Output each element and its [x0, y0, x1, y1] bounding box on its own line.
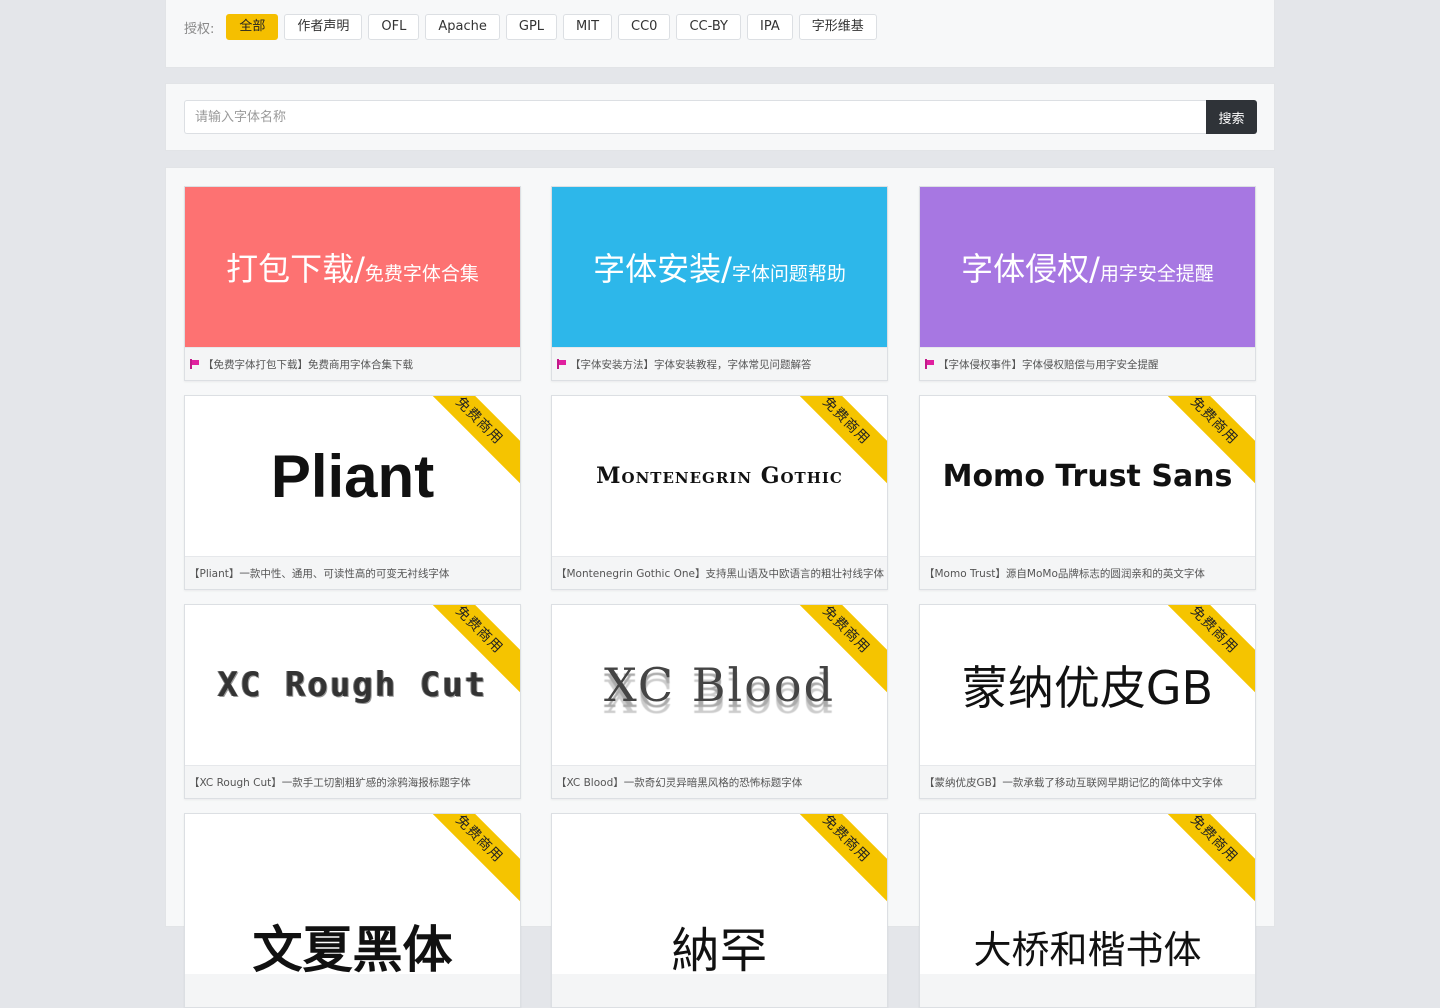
font-sample-text: 納罕	[671, 923, 768, 974]
font-preview: Momo Trust Sans 免费商用	[920, 396, 1255, 556]
promo-main-text: 字体安装/	[593, 250, 732, 288]
free-commercial-badge: 免费商用	[415, 814, 520, 903]
font-sample-text: 蒙纳优皮GB	[961, 661, 1214, 715]
promo-card-install[interactable]: 字体安装/字体问题帮助 【字体安装方法】字体安装教程，字体常见问题解答	[551, 186, 888, 381]
filter-tag-author-statement[interactable]: 作者声明	[284, 14, 363, 40]
card-caption[interactable]: 【免费字体打包下载】免费商用字体合集下载	[185, 347, 520, 380]
promo-card-infringement[interactable]: 字体侵权/用字安全提醒 【字体侵权事件】字体侵权赔偿与用字安全提醒	[919, 186, 1256, 381]
free-commercial-badge: 免费商用	[782, 814, 887, 903]
filter-tag-glyph-wiki[interactable]: 字形维基	[798, 14, 877, 40]
font-sample-text: Montenegrin Gothic	[596, 463, 843, 489]
filter-tag-mit[interactable]: MIT	[563, 14, 613, 40]
card-caption-text: 【字体侵权事件】字体侵权赔偿与用字安全提醒	[938, 358, 1159, 371]
filter-tag-gpl[interactable]: GPL	[505, 14, 558, 40]
font-card-montenegrin-gothic[interactable]: Montenegrin Gothic 免费商用 【Montenegrin Got…	[551, 395, 888, 590]
font-preview: Pliant 免费商用	[185, 396, 520, 556]
font-sample-text: XC Rough Cut	[217, 665, 488, 705]
promo-banner: 打包下载/免费字体合集	[185, 187, 520, 347]
filter-tag-cc0[interactable]: CC0	[618, 14, 671, 40]
promo-main-text: 字体侵权/	[961, 250, 1100, 288]
font-sample-text: Pliant	[270, 442, 435, 510]
font-sample-text: 文夏黑体	[252, 921, 453, 974]
promo-sub-text: 用字安全提醒	[1099, 263, 1214, 285]
font-card-xc-rough-cut[interactable]: XC Rough Cut 免费商用 【XC Rough Cut】一款手工切割粗犷…	[184, 604, 521, 799]
license-filter-row: 授权: 全部 作者声明 OFL Apache GPL MIT CC0 CC-BY…	[184, 14, 877, 40]
font-card-momo-trust[interactable]: Momo Trust Sans 免费商用 【Momo Trust】源自MoMo品…	[919, 395, 1256, 590]
license-filter-panel: 授权: 全部 作者声明 OFL Apache GPL MIT CC0 CC-BY…	[165, 0, 1275, 68]
font-preview: XC Rough Cut 免费商用	[185, 605, 520, 765]
font-card-naxi[interactable]: 納罕 免费商用	[551, 813, 888, 1008]
search-panel: 搜索	[165, 83, 1275, 151]
card-caption[interactable]: 【XC Rough Cut】一款手工切割粗犷感的涂鸦海报标题字体	[185, 765, 520, 798]
card-caption[interactable]: 【Pliant】一款中性、通用、可读性高的可变无衬线字体	[185, 556, 520, 589]
search-input[interactable]	[184, 100, 1206, 134]
font-card-daqiao-kaishu[interactable]: 大桥和楷书体 免费商用	[919, 813, 1256, 1008]
font-card-xc-blood[interactable]: XC Blood 免费商用 【XC Blood】一款奇幻灵异暗黑风格的恐怖标题字…	[551, 604, 888, 799]
flag-icon	[556, 359, 566, 369]
flag-icon	[924, 359, 934, 369]
font-grid-panel: 打包下载/免费字体合集 【免费字体打包下载】免费商用字体合集下载 字体安装/字体…	[165, 167, 1275, 1008]
font-preview: Montenegrin Gothic 免费商用	[552, 396, 887, 556]
card-caption[interactable]: 【XC Blood】一款奇幻灵异暗黑风格的恐怖标题字体	[552, 765, 887, 798]
search-button[interactable]: 搜索	[1206, 100, 1257, 134]
promo-banner: 字体安装/字体问题帮助	[552, 187, 887, 347]
free-commercial-badge: 免费商用	[1150, 814, 1255, 903]
filter-tag-ofl[interactable]: OFL	[368, 14, 420, 40]
font-preview: 文夏黑体 免费商用	[185, 814, 520, 974]
card-caption-text: 【字体安装方法】字体安装教程，字体常见问题解答	[570, 358, 812, 371]
promo-banner: 字体侵权/用字安全提醒	[920, 187, 1255, 347]
flag-icon	[189, 359, 199, 369]
promo-sub-text: 免费字体合集	[364, 263, 479, 285]
font-preview: XC Blood 免费商用	[552, 605, 887, 765]
font-card-mengna-youpi[interactable]: 蒙纳优皮GB 免费商用 【蒙纳优皮GB】一款承载了移动互联网早期记忆的简体中文字…	[919, 604, 1256, 799]
filter-tag-apache[interactable]: Apache	[425, 14, 500, 40]
font-preview: 大桥和楷书体 免费商用	[920, 814, 1255, 974]
license-filter-label: 授权:	[184, 21, 215, 37]
card-caption[interactable]: 【蒙纳优皮GB】一款承载了移动互联网早期记忆的简体中文字体	[920, 765, 1255, 798]
font-sample-text: XC Blood	[603, 658, 836, 712]
promo-card-download[interactable]: 打包下载/免费字体合集 【免费字体打包下载】免费商用字体合集下载	[184, 186, 521, 381]
font-sample-text: 大桥和楷书体	[973, 927, 1202, 972]
filter-tag-ipa[interactable]: IPA	[747, 14, 793, 40]
font-card-pliant[interactable]: Pliant 免费商用 【Pliant】一款中性、通用、可读性高的可变无衬线字体	[184, 395, 521, 590]
font-sample-text: Momo Trust Sans	[942, 458, 1233, 494]
promo-main-text: 打包下载/	[226, 250, 365, 288]
card-caption[interactable]: 【Montenegrin Gothic One】支持黑山语及中欧语言的粗壮衬线字…	[552, 556, 887, 589]
filter-tag-all[interactable]: 全部	[226, 14, 279, 40]
font-preview: 納罕 免费商用	[552, 814, 887, 974]
card-caption[interactable]: 【字体安装方法】字体安装教程，字体常见问题解答	[552, 347, 887, 380]
card-caption[interactable]: 【Momo Trust】源自MoMo品牌标志的圆润亲和的英文字体	[920, 556, 1255, 589]
font-preview: 蒙纳优皮GB 免费商用	[920, 605, 1255, 765]
font-card-wenxia-heiti[interactable]: 文夏黑体 免费商用	[184, 813, 521, 1008]
card-caption[interactable]: 【字体侵权事件】字体侵权赔偿与用字安全提醒	[920, 347, 1255, 380]
promo-sub-text: 字体问题帮助	[731, 263, 846, 285]
card-caption-text: 【免费字体打包下载】免费商用字体合集下载	[203, 358, 413, 371]
filter-tag-cc-by[interactable]: CC-BY	[676, 14, 741, 40]
